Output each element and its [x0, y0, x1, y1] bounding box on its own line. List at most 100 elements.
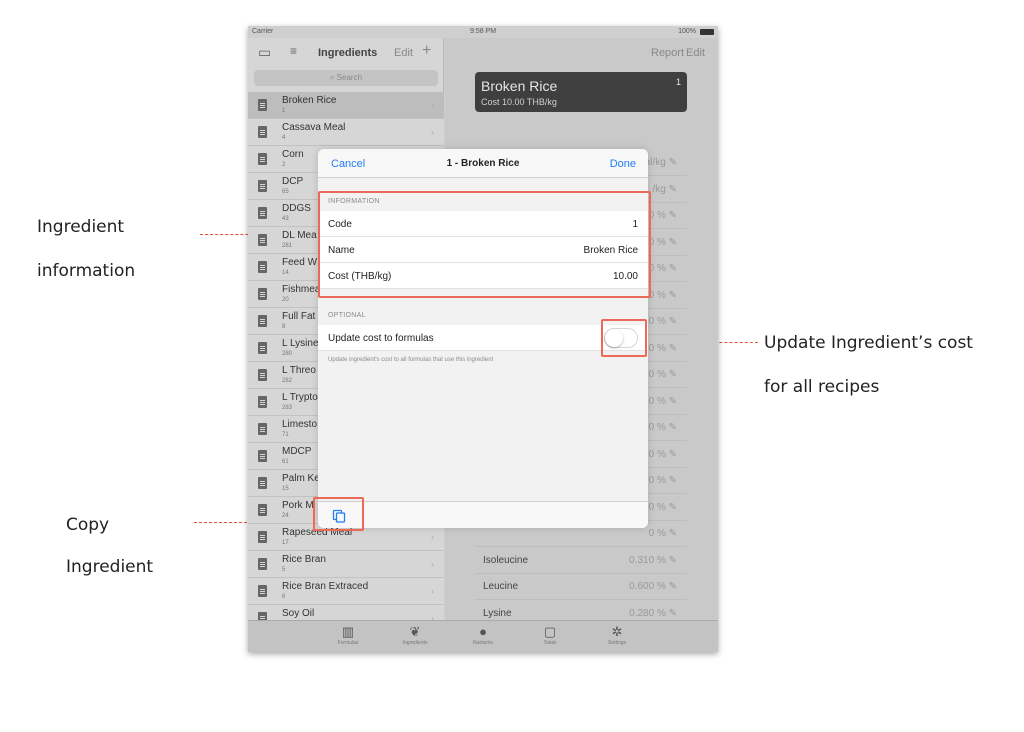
- ingredient-code: 1: [282, 108, 286, 114]
- ingredient-name: Corn: [282, 149, 304, 160]
- modal-toolbar: [318, 501, 648, 528]
- ingredient-code: 17: [282, 540, 289, 546]
- document-icon: [258, 180, 267, 192]
- list-item[interactable]: Broken Rice 1 ›: [248, 92, 444, 119]
- ingredient-name: Cassava Meal: [282, 122, 346, 133]
- document-icon: [258, 315, 267, 327]
- detail-edit-button[interactable]: Edit: [686, 47, 705, 59]
- nutrient-value: 0 % ✎: [648, 342, 677, 354]
- nutrient-value: 0 % ✎: [648, 528, 677, 539]
- tab-nutrients[interactable]: ● Nutrients: [453, 624, 513, 646]
- update-cost-footnote: Update ingredient's cost to all formulas…: [328, 357, 494, 363]
- tab-formulas[interactable]: ▥ Formulas: [318, 624, 378, 646]
- document-icon: [258, 153, 267, 165]
- tab-totals[interactable]: ▢ Totals: [520, 624, 580, 646]
- ingredient-code: 2: [282, 162, 286, 168]
- carrier-label: Carrier: [252, 28, 274, 35]
- nutrient-row[interactable]: Isoleucine 0.310 % ✎: [475, 548, 687, 574]
- nutrient-label: Isoleucine: [483, 554, 529, 566]
- chevron-right-icon: ›: [431, 532, 434, 542]
- ingredient-name: Feed W: [282, 257, 318, 268]
- document-icon: [258, 423, 267, 435]
- done-button[interactable]: Done: [610, 158, 636, 170]
- annotation-copy-line2: Ingredient: [66, 557, 154, 577]
- card-title: Broken Rice: [481, 78, 558, 94]
- chevron-right-icon: ›: [431, 559, 434, 569]
- document-icon: [258, 369, 267, 381]
- search-input[interactable]: ⌕ Search: [254, 70, 438, 86]
- ingredient-code: 282: [282, 378, 293, 384]
- tab-label: Settings: [607, 640, 627, 646]
- update-cost-label: Update cost to formulas: [328, 333, 434, 344]
- ingredient-name: Full Fat: [282, 311, 316, 322]
- settings-icon: ✲: [611, 624, 623, 639]
- list-item[interactable]: Cassava Meal 4 ›: [248, 119, 444, 146]
- ingredient-name: DL Mea: [282, 230, 317, 241]
- highlight-copy-button: [313, 497, 364, 531]
- ingredients-icon: ❦: [409, 624, 421, 639]
- card-subtitle: Cost 10.00 THB/kg: [481, 97, 557, 107]
- ingredient-name: DDGS: [282, 203, 311, 214]
- search-icon: ⌕: [329, 73, 337, 82]
- nutrient-value: 0 % ✎: [648, 501, 677, 513]
- nutrients-icon: ●: [479, 624, 487, 639]
- ingredient-summary-card: Broken Rice Cost 10.00 THB/kg 1: [475, 72, 687, 112]
- document-icon: [258, 234, 267, 246]
- nutrient-value: 0 % ✎: [648, 210, 677, 221]
- ingredient-code: 71: [282, 432, 289, 438]
- battery-icon: [700, 29, 714, 35]
- chevron-right-icon: ›: [431, 586, 434, 596]
- ingredient-name: DCP: [282, 176, 304, 187]
- document-icon: [258, 126, 267, 138]
- document-icon: [258, 477, 267, 489]
- tab-ingredients[interactable]: ❦ Ingredients: [385, 624, 445, 646]
- nutrient-row[interactable]: Leucine 0.600 % ✎: [475, 574, 687, 600]
- ingredient-code: 43: [282, 216, 289, 222]
- document-icon: [258, 288, 267, 300]
- tab-label: Nutrients: [472, 640, 493, 646]
- chevron-right-icon: ›: [431, 100, 434, 110]
- nutrient-value: 0 % ✎: [648, 448, 677, 460]
- document-icon: [258, 342, 267, 354]
- list-item[interactable]: Rice Bran Extraced 6 ›: [248, 578, 444, 605]
- ingredient-name: Palm Ke: [282, 473, 320, 484]
- modal-nav-bar: 1 - Broken Rice Cancel Done: [318, 149, 648, 178]
- ingredient-code: 283: [282, 405, 293, 411]
- master-edit-button[interactable]: Edit: [394, 47, 413, 59]
- report-button[interactable]: Report: [651, 47, 684, 59]
- nutrient-value: 0 % ✎: [648, 475, 677, 486]
- annotation-update-cost-line1: Update Ingredient’s cost: [764, 333, 973, 353]
- tab-label: Formulas: [337, 640, 359, 646]
- search-placeholder: Search: [336, 73, 363, 82]
- tab-label: Totals: [543, 640, 557, 646]
- totals-icon: ▢: [543, 624, 557, 639]
- document-icon: [258, 207, 267, 219]
- nutrient-value: 0.310 % ✎: [629, 554, 677, 566]
- nutrient-value: /kg ✎: [652, 183, 678, 195]
- ingredient-name: L Lysine: [282, 338, 319, 349]
- ingredient-name: Pork M: [282, 500, 314, 511]
- card-number: 1: [675, 77, 681, 87]
- ingredient-name: Soy Oil: [282, 608, 315, 619]
- annotation-ingredient-info-line1: Ingredient: [37, 217, 125, 237]
- list-item[interactable]: Rice Bran 5 ›: [248, 551, 444, 578]
- ingredient-name: Broken Rice: [282, 95, 337, 106]
- tab-settings[interactable]: ✲ Settings: [587, 624, 647, 646]
- folder-icon[interactable]: ▭: [258, 44, 271, 61]
- ingredient-name: MDCP: [282, 446, 312, 457]
- sort-icon[interactable]: ≡: [290, 44, 297, 58]
- nutrient-label: Leucine: [483, 581, 519, 592]
- ingredient-name: Limesto: [282, 419, 318, 430]
- add-ingredient-button[interactable]: +: [422, 42, 431, 60]
- document-icon: [258, 450, 267, 462]
- ingredient-code: 8: [282, 324, 286, 330]
- ingredient-code: 20: [282, 297, 289, 303]
- clock: 9:58 PM: [470, 28, 497, 35]
- cancel-button[interactable]: Cancel: [331, 158, 365, 170]
- document-icon: [258, 531, 267, 543]
- ingredient-name: Fishmea: [282, 284, 321, 295]
- formulas-icon: ▥: [341, 624, 355, 639]
- tab-label: Ingredients: [402, 640, 428, 646]
- nutrient-value: 0.280 % ✎: [629, 607, 677, 619]
- ingredient-code: 280: [282, 351, 293, 357]
